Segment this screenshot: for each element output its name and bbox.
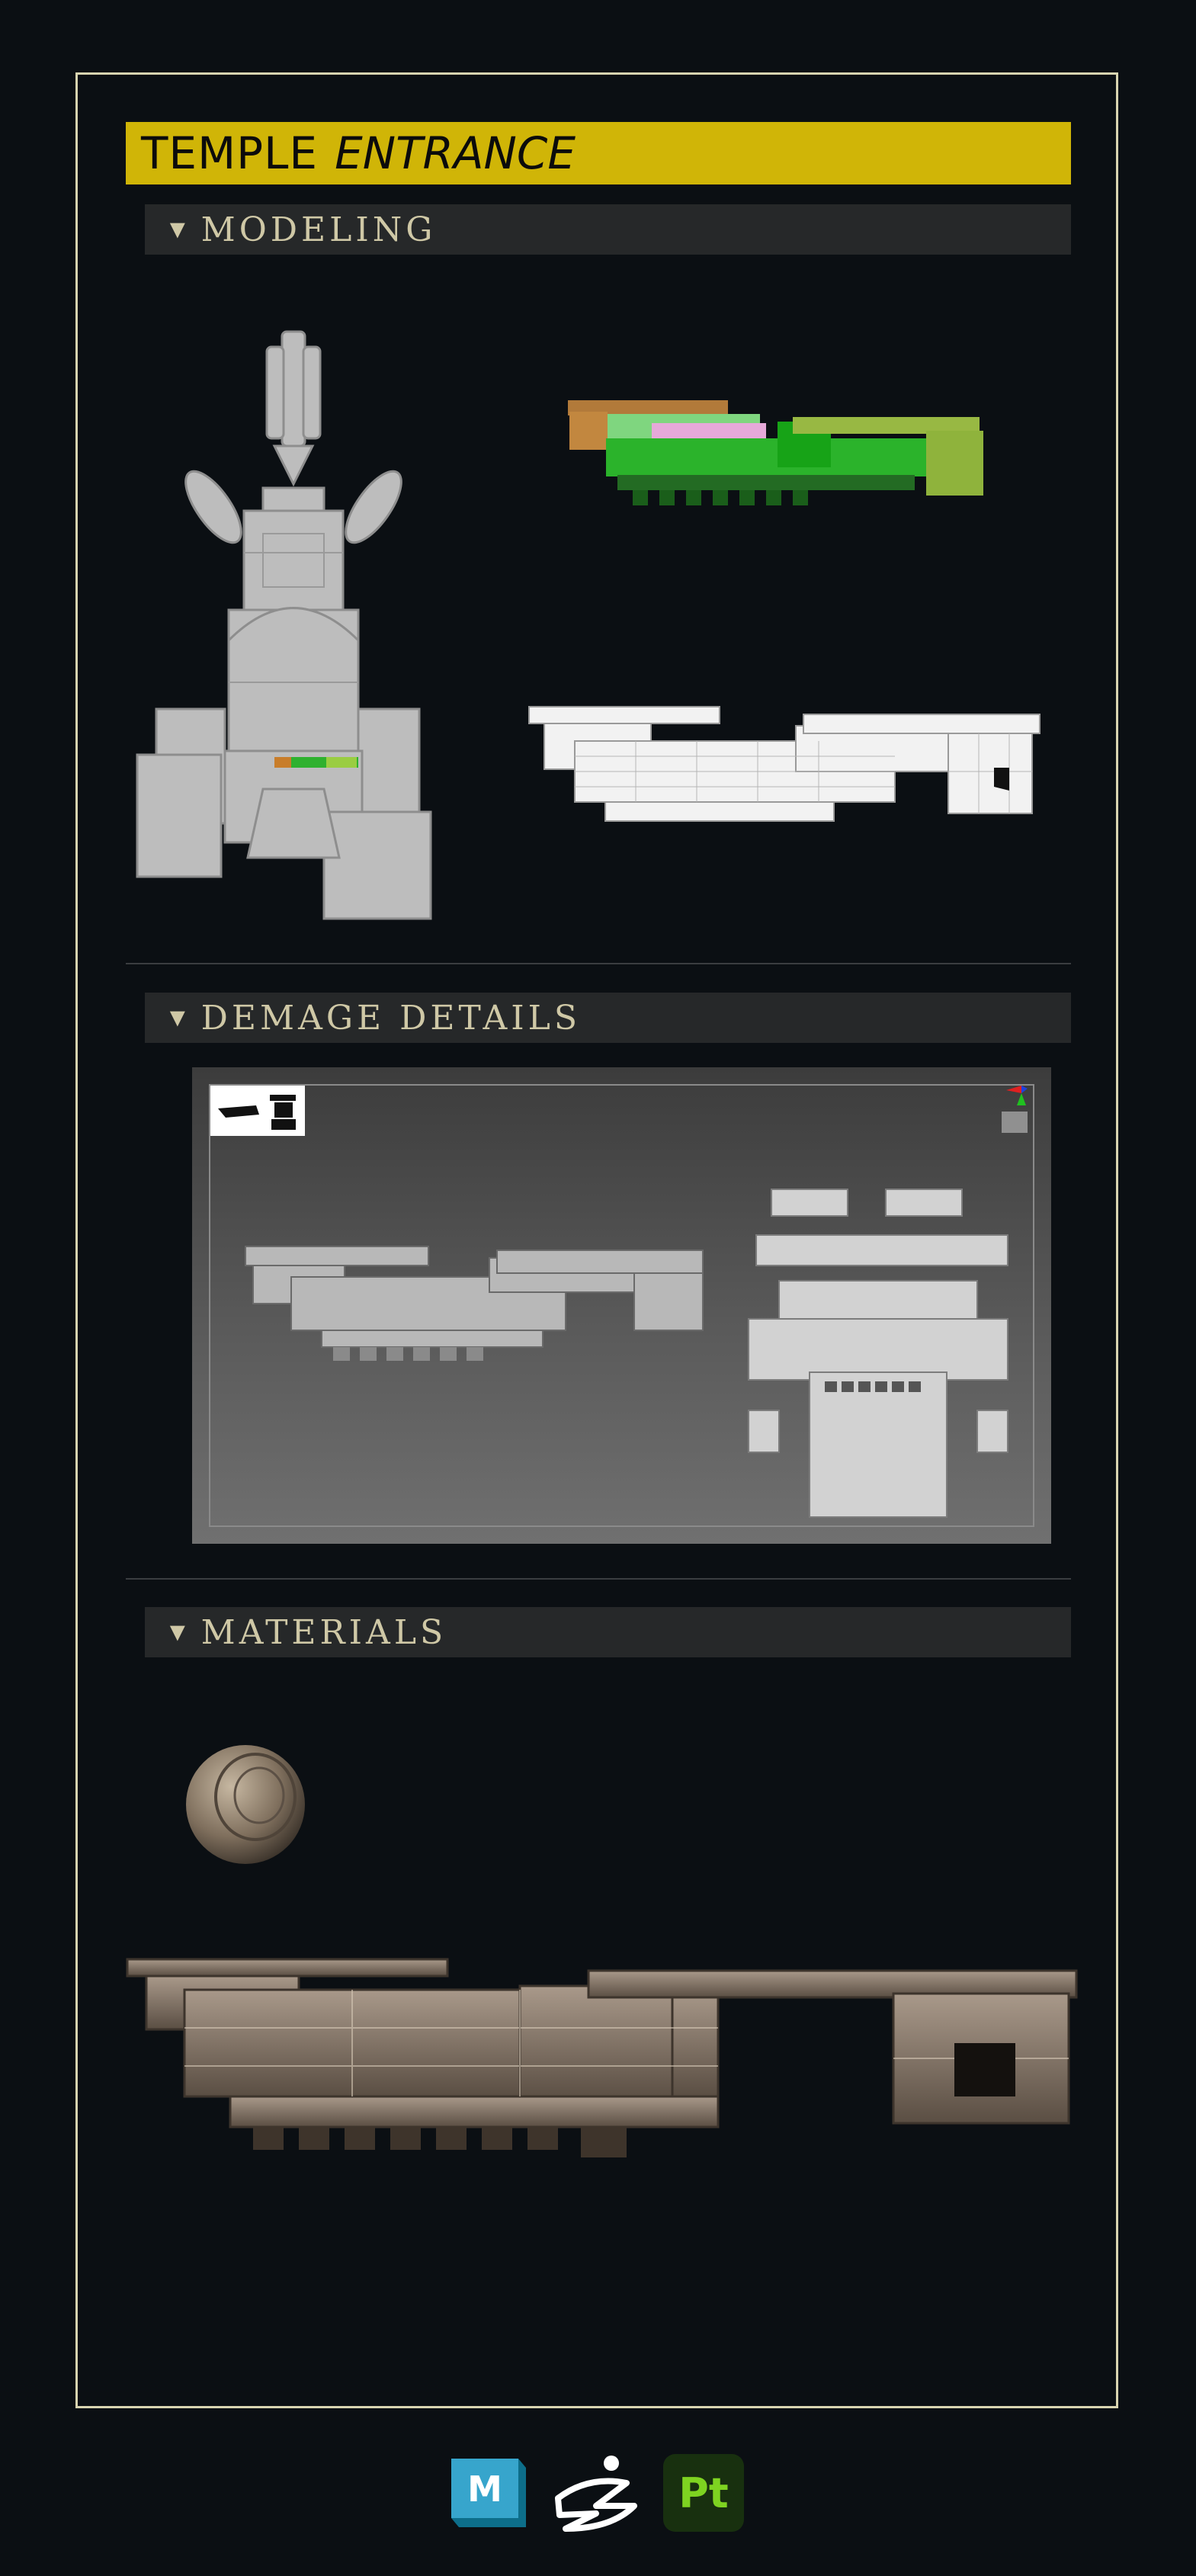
zbrush-icon	[555, 2456, 637, 2532]
wireframe-model	[528, 706, 1040, 822]
collapse-triangle-icon: ▼	[165, 1618, 191, 1647]
temple-clay-model	[136, 330, 432, 920]
substance-painter-icon: Pt	[663, 2454, 744, 2532]
material-sphere	[186, 1745, 305, 1864]
section-materials-header[interactable]: ▼ MATERIALS	[145, 1607, 1071, 1657]
axis-gizmo-icon	[1002, 1086, 1028, 1133]
sculpt-perspective-model	[245, 1246, 704, 1361]
sculpt-top-view-model	[748, 1189, 1008, 1518]
zbrush-viewport	[192, 1067, 1051, 1544]
viewport-thumbnail	[210, 1086, 305, 1136]
title-bar: TEMPLE ENTRANCE	[126, 122, 1071, 184]
section-damage-header[interactable]: ▼ DEMAGE DETAILS	[145, 993, 1071, 1043]
section-modeling-label: MODELING	[200, 210, 437, 249]
section-divider	[126, 1578, 1071, 1580]
color-id-model	[568, 400, 983, 505]
title-main: TEMPLE	[141, 127, 319, 179]
title-accent: ENTRANCE	[335, 127, 576, 179]
section-materials-label: MATERIALS	[200, 1612, 447, 1652]
section-modeling-header[interactable]: ▼ MODELING	[145, 204, 1071, 255]
section-divider	[126, 963, 1071, 964]
collapse-triangle-icon: ▼	[165, 215, 191, 244]
textured-temple-model	[126, 1958, 1078, 2157]
section-damage-label: DEMAGE DETAILS	[200, 998, 581, 1038]
collapse-triangle-icon: ▼	[165, 1003, 191, 1032]
maya-letter: M	[467, 2469, 502, 2510]
maya-icon: M	[451, 2459, 526, 2527]
software-icons: M Pt	[445, 2452, 750, 2536]
